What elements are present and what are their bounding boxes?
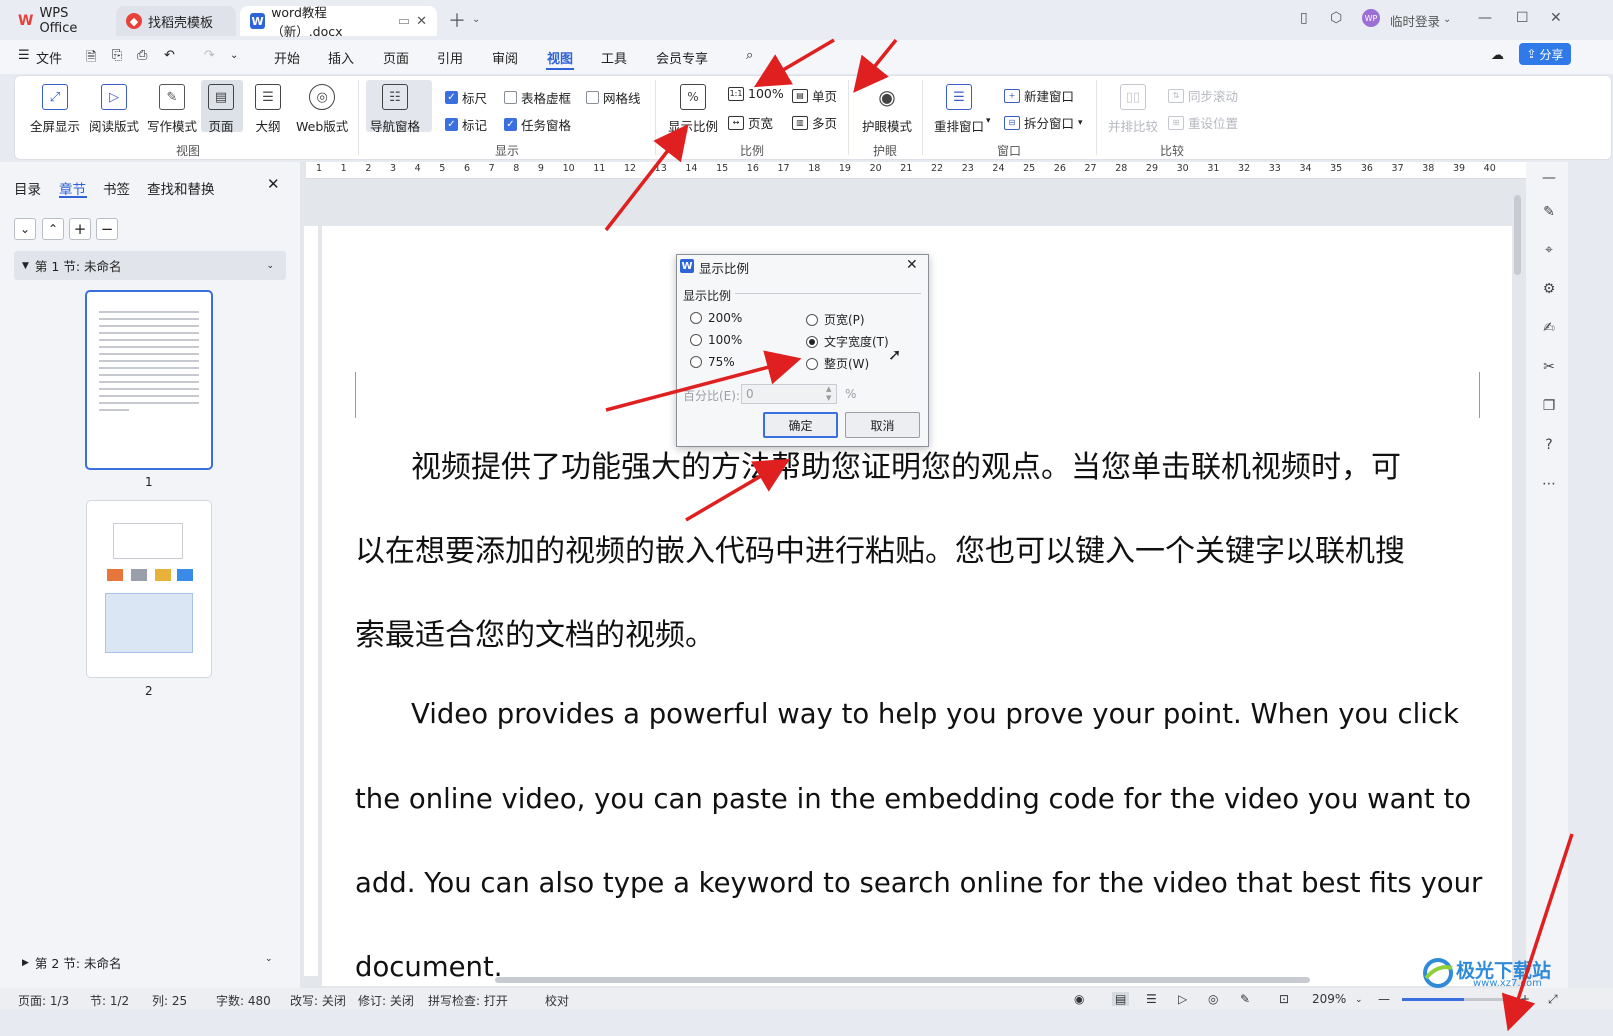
- arrow-to-text-width: [605, 350, 802, 412]
- arrow-to-zoom-dialog: [604, 123, 689, 232]
- arrow-to-zoom-slider: [1501, 833, 1574, 1032]
- arrow-to-100: [753, 38, 835, 88]
- arrow-to-single-page: [853, 38, 898, 93]
- annotation-arrows: [604, 38, 1574, 1032]
- arrow-to-ok: [685, 458, 791, 522]
